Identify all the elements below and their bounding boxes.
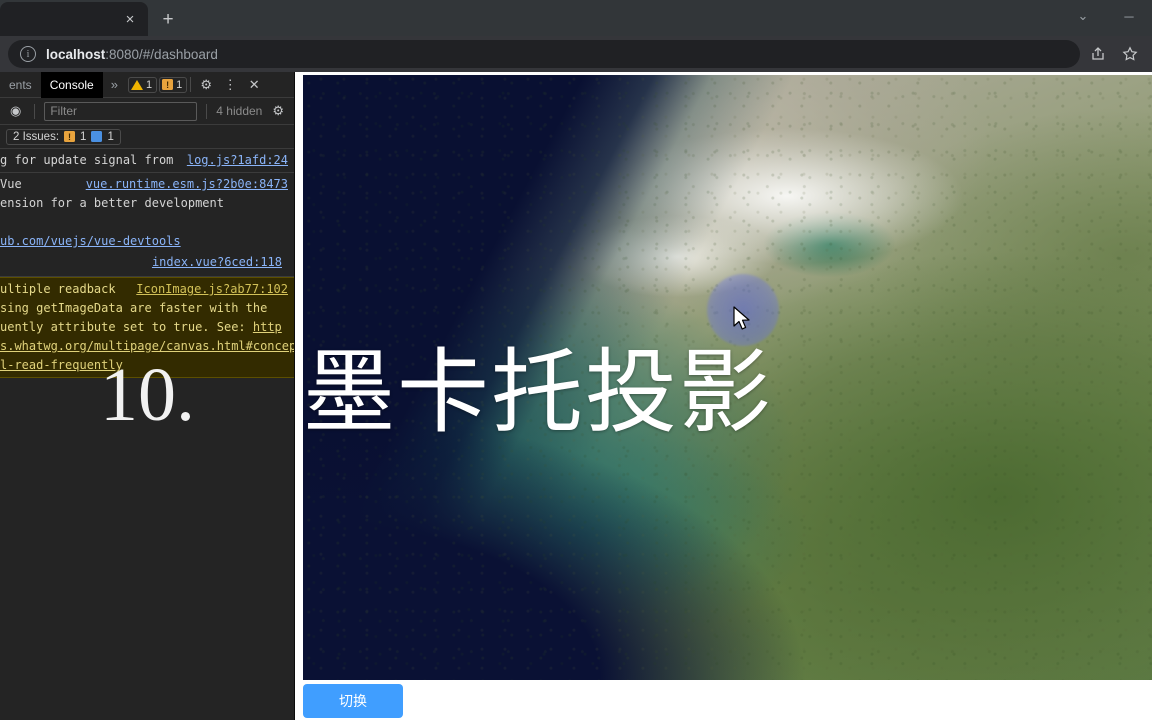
console-message-list[interactable]: log.js?1afd:24 g for update signal from … — [0, 149, 294, 378]
console-filter-bar: ◉ Filter 4 hidden ⚙ — [0, 98, 294, 125]
warning-triangle-icon — [130, 79, 143, 90]
mouse-cursor — [733, 306, 751, 337]
gear-icon[interactable]: ⚙ — [194, 72, 218, 98]
warning-text-line3-pre: uently attribute set to true. See: — [0, 320, 253, 334]
issue-warning-icon: ! — [64, 131, 76, 142]
web-page-content: 墨卡托投影 切换 — [295, 72, 1152, 720]
message-text: g for update signal from — [0, 153, 174, 167]
kebab-menu-icon[interactable]: ⋮ — [218, 72, 242, 98]
browser-tab[interactable]: × — [0, 2, 148, 36]
warning-badge[interactable]: 1 — [127, 76, 158, 93]
map-title-overlay: 墨卡托投影 — [303, 342, 774, 444]
window-controls: ⌄ ─ — [1060, 0, 1152, 32]
info-icon[interactable]: i — [20, 46, 36, 62]
page-controls: 切换 — [303, 684, 1152, 720]
message-text-line2: ension for a better development — [0, 196, 224, 210]
message-link[interactable]: ub.com/vuejs/vue-devtools — [0, 232, 288, 251]
tab-elements[interactable]: ents — [0, 72, 41, 98]
warning-text-line1: ultiple readback — [0, 282, 116, 296]
console-settings-gear-icon[interactable]: ⚙ — [268, 103, 288, 119]
browser-toolbar: i localhost:8080/#/dashboard — [0, 36, 1152, 72]
warning-source-link[interactable]: IconImage.js?ab77:102 — [136, 280, 288, 299]
console-message[interactable]: log.js?1afd:24 g for update signal from — [0, 149, 294, 173]
error-count: 1 — [176, 78, 183, 91]
switch-button[interactable]: 切换 — [303, 684, 403, 718]
filter-input[interactable]: Filter — [44, 101, 198, 121]
tab-overflow-icon[interactable]: » — [103, 77, 126, 92]
slide-number: 10. — [100, 353, 195, 437]
issues-label: 2 Issues: — [13, 130, 60, 143]
error-square-icon: ! — [162, 79, 174, 90]
devtools-panel: ents Console » 1 ! 1 ⚙ ⋮ ✕ ◉ Filter 4 hi… — [0, 72, 295, 720]
message-source-link[interactable]: index.vue?6ced:118 — [152, 255, 282, 269]
map-container[interactable]: 墨卡托投影 — [303, 75, 1152, 680]
url-text: localhost:8080/#/dashboard — [46, 47, 218, 62]
warning-text-line3: uently attribute set to true. See: http — [0, 318, 288, 337]
address-bar[interactable]: i localhost:8080/#/dashboard — [8, 40, 1080, 68]
message-text: Vue — [0, 177, 22, 191]
message-source-link[interactable]: vue.runtime.esm.js?2b0e:8473 — [86, 175, 288, 194]
eye-icon[interactable]: ◉ — [6, 103, 25, 119]
browser-window: × + ⌄ ─ i localhost:8080/#/dashboard ent… — [0, 0, 1152, 720]
issue-warning-count: 1 — [80, 130, 87, 143]
divider — [190, 77, 192, 92]
hidden-messages-count: 4 hidden — [216, 104, 263, 118]
close-icon[interactable]: × — [120, 9, 140, 29]
issue-info-icon — [91, 131, 103, 142]
devtools-tab-bar: ents Console » 1 ! 1 ⚙ ⋮ ✕ — [0, 72, 294, 98]
warning-count: 1 — [145, 78, 153, 91]
new-tab-icon[interactable]: + — [154, 5, 182, 33]
issue-info-count: 1 — [107, 130, 114, 143]
browser-title-bar: × + ⌄ ─ — [0, 0, 1152, 36]
viewport: ents Console » 1 ! 1 ⚙ ⋮ ✕ ◉ Filter 4 hi… — [0, 72, 1152, 720]
share-icon[interactable] — [1084, 40, 1112, 68]
close-devtools-icon[interactable]: ✕ — [242, 72, 266, 98]
tab-strip: × + — [0, 0, 182, 36]
warning-inline-link[interactable]: http — [253, 320, 282, 334]
chevron-down-icon[interactable]: ⌄ — [1060, 0, 1106, 32]
divider — [34, 103, 36, 119]
url-host: localhost — [46, 46, 106, 62]
error-badge[interactable]: ! 1 — [159, 76, 188, 93]
message-source-link[interactable]: log.js?1afd:24 — [187, 151, 288, 170]
issues-summary[interactable]: 2 Issues: ! 1 1 — [6, 128, 121, 145]
tab-console[interactable]: Console — [40, 72, 103, 98]
issues-bar[interactable]: 2 Issues: ! 1 1 — [0, 125, 294, 149]
url-path: :8080/#/dashboard — [105, 46, 218, 62]
minimize-icon[interactable]: ─ — [1106, 0, 1152, 32]
divider — [206, 103, 208, 119]
star-icon[interactable] — [1116, 40, 1144, 68]
warning-text-line2: sing getImageData are faster with the — [0, 301, 268, 315]
console-message[interactable]: vue.runtime.esm.js?2b0e:8473 Vue ension … — [0, 173, 294, 277]
